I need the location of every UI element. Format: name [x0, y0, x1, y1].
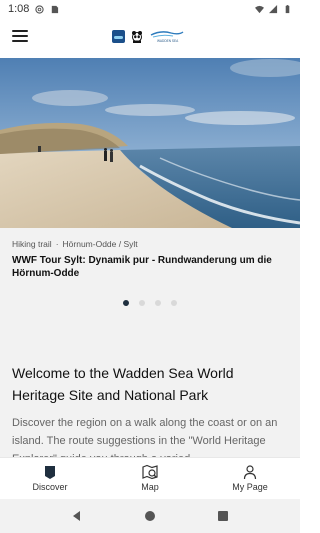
welcome-section: Welcome to the Wadden Sea World Heritage…: [0, 314, 300, 457]
sim-card-icon: [52, 5, 59, 13]
route-location: Hörnum-Odde / Sylt: [62, 239, 138, 249]
nav-item-discover[interactable]: Discover: [0, 458, 100, 499]
welcome-heading: Welcome to the Wadden Sea World Heritage…: [12, 365, 234, 403]
nav-label-discover: Discover: [32, 482, 68, 492]
status-time: 1:08: [8, 3, 30, 15]
carousel-pager: [0, 292, 300, 314]
route-title: WWF Tour Sylt: Dynamik pur - Rundwanderu…: [12, 255, 272, 279]
signal-icon: [269, 4, 278, 13]
map-icon: [142, 464, 158, 480]
nav-item-map[interactable]: Map: [100, 458, 200, 499]
at-sign-icon: [35, 4, 45, 14]
route-meta: Hiking trail · Hörnum-Odde / Sylt: [12, 239, 288, 249]
pager-dot-3[interactable]: [155, 300, 161, 306]
discover-icon: [45, 466, 55, 479]
wifi-icon: [255, 5, 264, 13]
pager-dot-4[interactable]: [171, 300, 177, 306]
nav-label-map: Map: [141, 482, 159, 492]
pager-dot-2[interactable]: [139, 300, 145, 306]
nav-item-my-page[interactable]: My Page: [200, 458, 300, 499]
header-logos: WADDEN SEA: [112, 29, 185, 43]
route-category: Hiking trail: [12, 239, 52, 249]
welcome-body: Discover the region on a walk along the …: [12, 417, 278, 457]
back-icon[interactable]: [70, 509, 84, 523]
route-card-caption[interactable]: Hiking trail · Hörnum-Odde / Sylt WWF Tour…: [0, 228, 300, 292]
wadden-logo-text: WADDEN SEA: [157, 39, 179, 43]
home-icon[interactable]: [143, 509, 157, 523]
system-navigation-bar: [0, 499, 300, 533]
status-bar: 1:08: [0, 0, 300, 18]
app-bar: WADDEN SEA: [0, 18, 300, 58]
battery-icon: [285, 4, 290, 13]
recents-icon[interactable]: [216, 509, 230, 523]
app-logo: [112, 29, 125, 43]
wadden-sea-logo: WADDEN SEA: [150, 31, 184, 43]
hero-image[interactable]: [0, 58, 300, 228]
meta-separator: ·: [55, 239, 59, 249]
hamburger-menu-icon[interactable]: [12, 30, 28, 44]
person-icon: [243, 465, 257, 480]
pager-dot-1[interactable]: [123, 300, 129, 306]
wwf-panda-logo: [132, 30, 142, 43]
bottom-navigation: Discover Map My Page: [0, 457, 300, 499]
beach-dunes-sea-photo: [0, 58, 300, 228]
nav-label-my-page: My Page: [232, 482, 268, 492]
